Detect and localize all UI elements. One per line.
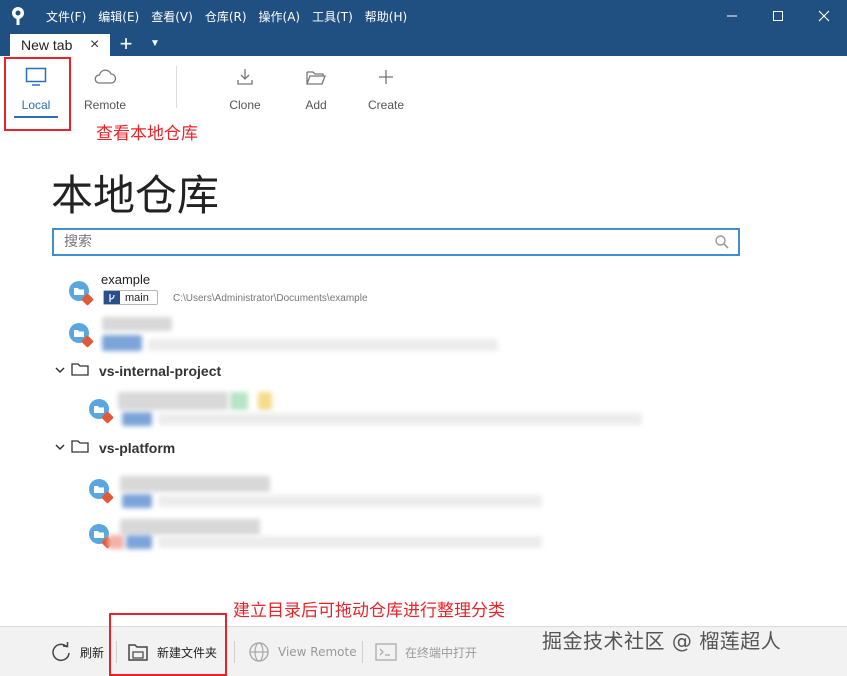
folder-icon xyxy=(71,439,89,458)
repo-item-blurred[interactable] xyxy=(88,470,548,510)
add-tab-button[interactable]: + xyxy=(116,33,136,55)
group-vs-internal-project[interactable]: vs-internal-project xyxy=(55,361,221,381)
repo-icon xyxy=(68,322,94,348)
repo-item-blurred[interactable] xyxy=(68,317,508,357)
watermark: 掘金技术社区 @ 榴莲超人 xyxy=(542,629,782,653)
add-button[interactable]: Add xyxy=(286,64,346,114)
blurred-repo-name xyxy=(120,519,260,535)
repo-item-example[interactable]: example main C:\Users\Administrator\Docu… xyxy=(68,272,468,312)
refresh-icon xyxy=(50,641,72,663)
blurred-repo-name xyxy=(102,317,172,331)
close-window-button[interactable] xyxy=(801,0,847,32)
chevron-down-icon[interactable] xyxy=(55,366,71,377)
menu-edit[interactable]: 编辑(E) xyxy=(98,8,139,25)
blurred-branch xyxy=(122,412,152,426)
branch-badge: main xyxy=(103,290,158,305)
minimize-icon xyxy=(727,15,737,17)
menu-actions[interactable]: 操作(A) xyxy=(259,8,301,25)
toolbar: Local Remote Clone Add Create xyxy=(0,56,847,118)
close-icon xyxy=(818,10,830,22)
repo-name: example xyxy=(101,272,151,287)
create-label: Create xyxy=(367,98,405,112)
minimize-button[interactable] xyxy=(709,0,755,32)
group-vs-platform[interactable]: vs-platform xyxy=(55,438,175,458)
download-icon xyxy=(215,64,275,90)
view-remote-button[interactable]: View Remote xyxy=(248,639,357,665)
menu-file[interactable]: 文件(F) xyxy=(46,8,86,25)
maximize-button[interactable] xyxy=(755,0,801,32)
menu-tools[interactable]: 工具(T) xyxy=(312,8,353,25)
globe-icon xyxy=(248,641,270,663)
menu-repository[interactable]: 仓库(R) xyxy=(205,8,247,25)
branch-name: main xyxy=(125,291,149,304)
tab-label: New tab xyxy=(21,37,73,53)
open-terminal-button[interactable]: 在终端中打开 xyxy=(375,639,477,665)
blurred-branch xyxy=(126,535,152,549)
blurred-path xyxy=(158,495,542,507)
page-title: 本地仓库 xyxy=(51,171,220,220)
tab-strip: New tab × + ▼ xyxy=(0,32,847,56)
blurred-path xyxy=(148,339,498,351)
open-terminal-label: 在终端中打开 xyxy=(405,645,478,660)
search-input[interactable] xyxy=(64,230,704,254)
clone-button[interactable]: Clone xyxy=(215,64,275,114)
blurred-tag xyxy=(108,535,124,549)
bottom-divider xyxy=(362,641,363,663)
menu-view[interactable]: 查看(V) xyxy=(151,8,193,25)
group-name: vs-platform xyxy=(99,440,176,456)
blurred-branch xyxy=(122,494,152,508)
repo-item-blurred[interactable] xyxy=(88,517,548,557)
view-remote-label: View Remote xyxy=(278,645,357,659)
annotation-box-new-folder xyxy=(109,613,227,676)
repo-icon xyxy=(88,478,114,504)
create-button[interactable]: Create xyxy=(356,64,416,114)
tab-close-icon[interactable]: × xyxy=(90,37,104,53)
folder-icon xyxy=(71,362,89,381)
blurred-path xyxy=(158,413,642,425)
clone-label: Clone xyxy=(229,98,261,112)
repo-path: C:\Users\Administrator\Documents\example xyxy=(173,293,368,304)
blurred-tag xyxy=(230,392,248,410)
annotation-view-local: 查看本地仓库 xyxy=(96,124,198,144)
blurred-path xyxy=(158,536,542,548)
menu-help[interactable]: 帮助(H) xyxy=(365,8,407,25)
repo-icon xyxy=(68,280,94,306)
menu-bar: 文件(F) 编辑(E) 查看(V) 仓库(R) 操作(A) 工具(T) 帮助(H… xyxy=(36,0,409,32)
tab-new-tab[interactable]: New tab × xyxy=(10,34,110,56)
toolbar-divider xyxy=(176,66,177,108)
blurred-branch xyxy=(102,335,142,351)
refresh-button[interactable]: 刷新 xyxy=(50,639,104,665)
folder-open-icon xyxy=(286,64,346,90)
chevron-down-icon[interactable] xyxy=(55,443,71,454)
repo-icon xyxy=(88,398,114,424)
sourcetree-logo-icon[interactable] xyxy=(0,0,36,32)
title-bar: 文件(F) 编辑(E) 查看(V) 仓库(R) 操作(A) 工具(T) 帮助(H… xyxy=(0,0,847,32)
refresh-label: 刷新 xyxy=(80,645,105,660)
annotation-drag-tip: 建立目录后可拖动仓库进行整理分类 xyxy=(233,601,505,621)
blurred-repo-name xyxy=(118,392,228,410)
annotation-box-local xyxy=(4,57,71,131)
bottom-divider xyxy=(234,641,235,663)
blurred-tag xyxy=(258,392,272,410)
repo-item-blurred[interactable] xyxy=(88,388,648,428)
cloud-icon xyxy=(75,64,135,90)
maximize-icon xyxy=(773,11,783,21)
branch-icon xyxy=(104,291,120,304)
add-label: Add xyxy=(305,98,327,112)
terminal-icon xyxy=(375,643,397,661)
plus-icon xyxy=(356,64,416,90)
repo-icon xyxy=(88,523,114,549)
window-controls xyxy=(709,0,847,32)
search-icon[interactable] xyxy=(714,234,730,255)
search-box xyxy=(52,228,740,256)
tab-list-dropdown-icon[interactable]: ▼ xyxy=(148,34,162,54)
remote-label: Remote xyxy=(83,98,127,112)
blurred-repo-name xyxy=(120,476,270,492)
group-name: vs-internal-project xyxy=(99,363,222,379)
remote-button[interactable]: Remote xyxy=(75,64,135,114)
